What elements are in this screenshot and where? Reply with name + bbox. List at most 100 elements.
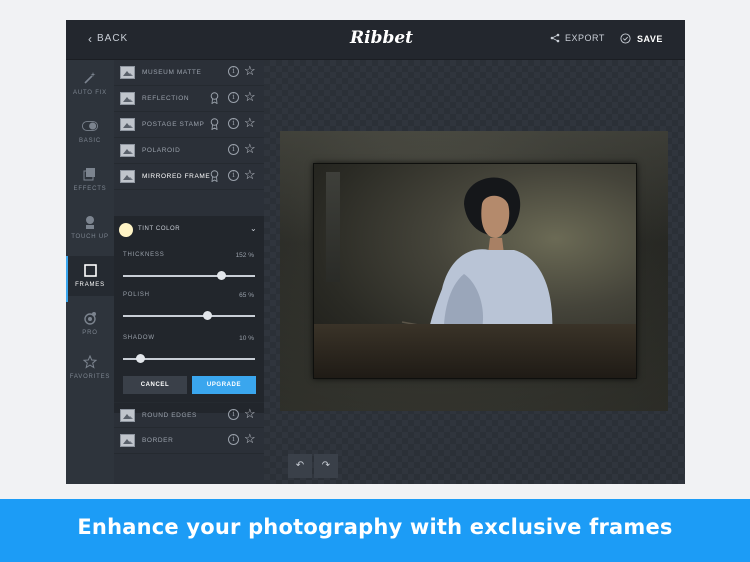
app-logo: Ribbet [350,28,414,48]
star-icon[interactable]: ☆ [244,406,256,422]
save-label: SAVE [637,33,663,44]
save-button[interactable]: SAVE [620,33,663,44]
premium-ribbon-icon [210,170,219,182]
nav-label: TOUCH UP [71,234,109,240]
cancel-button[interactable]: CANCEL [123,376,187,394]
top-bar: ‹ BACK Ribbet EXPORT SAVE [66,20,685,60]
share-icon [550,33,560,43]
star-icon[interactable]: ☆ [244,115,256,131]
star-icon[interactable]: ☆ [244,63,256,79]
nav-label: FAVORITES [69,374,111,380]
framed-photo[interactable] [280,131,668,411]
frame-item-round-edges[interactable]: ROUND EDGES i ☆ [114,402,264,428]
frames-panel: MUSEUM MATTE i ☆ REFLECTION i ☆ POSTAGE … [114,60,264,484]
export-button[interactable]: EXPORT [550,33,605,43]
star-icon [82,354,98,370]
thickness-label: THICKNESS [123,252,165,258]
shadow-slider[interactable] [123,354,255,363]
chevron-down-icon[interactable]: ⌄ [250,224,257,233]
nav-favorites[interactable]: FAVORITES [66,348,114,388]
frame-name: POSTAGE STAMP [142,121,205,128]
image-thumbnail-icon [120,66,135,79]
effects-icon [82,166,98,182]
back-button[interactable]: ‹ BACK [88,31,129,46]
star-icon[interactable]: ☆ [244,167,256,183]
frame-name: MUSEUM MATTE [142,69,202,76]
app-window: ‹ BACK Ribbet EXPORT SAVE AUTO FIX BASIC… [66,20,685,484]
shadow-label: SHADOW [123,335,155,341]
nav-basic[interactable]: BASIC [66,112,114,152]
image-thumbnail-icon [120,92,135,105]
polish-value: 65 % [239,292,254,299]
nav-frames[interactable]: FRAMES [66,256,119,302]
check-circle-icon [620,33,631,44]
nav-label: AUTO FIX [73,90,107,96]
frame-name: REFLECTION [142,95,190,102]
frame-item-mirrored-frame[interactable]: MIRRORED FRAME i ☆ [114,164,264,190]
slider-knob[interactable] [203,311,213,320]
frame-item-museum-matte[interactable]: MUSEUM MATTE i ☆ [114,60,264,86]
image-thumbnail-icon [120,409,135,422]
image-thumbnail-icon [120,118,135,131]
tint-color-row[interactable]: TINT COLOR ⌄ [114,216,264,244]
frame-name: POLAROID [142,147,181,154]
editing-canvas[interactable]: ↶ ↷ [264,60,685,484]
slider-knob[interactable] [216,271,226,280]
upgrade-button[interactable]: UPGRADE [192,376,256,394]
nav-pro[interactable]: PRO [66,304,114,344]
undo-button[interactable]: ↶ [288,454,312,478]
nav-label: FRAMES [75,282,105,288]
frame-settings: TINT COLOR ⌄ THICKNESS 152 % POLISH 65 %… [114,216,264,413]
table-surface [314,324,636,378]
nav-auto-fix[interactable]: AUTO FIX [66,64,114,104]
banner-text: Enhance your photography with exclusive … [77,515,673,539]
frame-item-border[interactable]: BORDER i ☆ [114,428,264,454]
nav-effects[interactable]: EFFECTS [66,160,114,200]
info-icon[interactable]: i [228,66,239,77]
frame-item-reflection[interactable]: REFLECTION i ☆ [114,86,264,112]
polish-slider[interactable] [123,311,255,320]
thickness-value: 152 % [235,252,254,259]
tool-sidebar: AUTO FIX BASIC EFFECTS TOUCH UP FRAMES P… [66,60,119,484]
person-icon [82,214,98,230]
image-thumbnail-icon [120,434,135,447]
chevron-left-icon: ‹ [88,31,93,46]
frame-item-polaroid[interactable]: POLAROID i ☆ [114,138,264,164]
toggle-icon [82,118,98,134]
back-label: BACK [97,33,129,44]
frame-name: BORDER [142,437,174,444]
nav-label: PRO [82,330,98,336]
star-icon[interactable]: ☆ [244,141,256,157]
magic-wand-icon [82,70,98,86]
frame-icon [82,262,98,278]
thickness-slider[interactable] [123,271,255,280]
info-icon[interactable]: i [228,170,239,181]
nav-touch-up[interactable]: TOUCH UP [66,208,114,248]
redo-button[interactable]: ↷ [314,454,338,478]
export-label: EXPORT [565,33,605,43]
frame-name: ROUND EDGES [142,412,197,419]
star-icon[interactable]: ☆ [244,89,256,105]
info-icon[interactable]: i [228,144,239,155]
nav-label: BASIC [78,138,101,144]
tint-color-swatch[interactable] [119,223,133,237]
info-icon[interactable]: i [228,409,239,420]
image-thumbnail-icon [120,144,135,157]
slider-knob[interactable] [136,354,146,363]
star-icon[interactable]: ☆ [244,431,256,447]
premium-ribbon-icon [210,92,219,104]
info-icon[interactable]: i [228,434,239,445]
promo-banner: Enhance your photography with exclusive … [0,499,750,562]
tint-color-label: TINT COLOR [138,226,181,232]
frame-name: MIRRORED FRAME [142,173,211,180]
active-indicator [66,256,68,302]
frame-item-postage-stamp[interactable]: POSTAGE STAMP i ☆ [114,112,264,138]
pro-icon [82,310,98,326]
image-thumbnail-icon [120,170,135,183]
photo-image [313,163,637,379]
info-icon[interactable]: i [228,92,239,103]
premium-ribbon-icon [210,118,219,130]
polish-label: POLISH [123,292,150,298]
info-icon[interactable]: i [228,118,239,129]
shadow-value: 10 % [239,335,254,342]
